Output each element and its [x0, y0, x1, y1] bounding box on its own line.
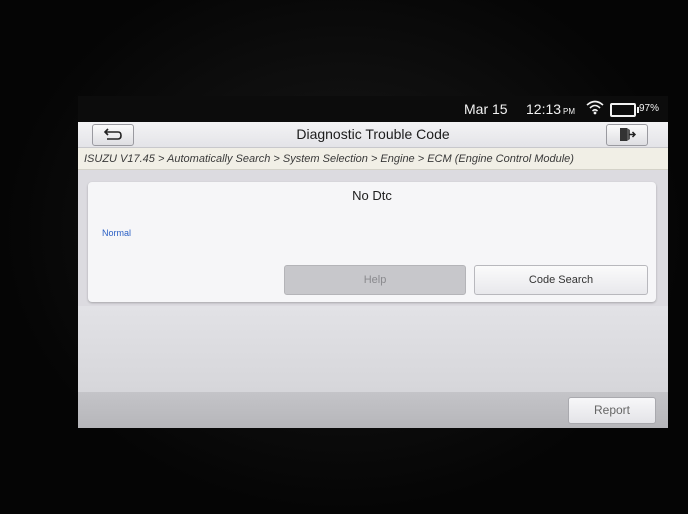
- exit-button[interactable]: [606, 124, 648, 146]
- dtc-result-heading: No Dtc: [352, 188, 392, 203]
- wifi-icon: [586, 99, 604, 118]
- module-status: Normal: [102, 228, 132, 238]
- status-time: 12:13 PM: [526, 101, 575, 117]
- bottom-bar: Report: [78, 392, 668, 428]
- battery-percent: 97%: [639, 103, 660, 114]
- battery-icon: [610, 103, 639, 117]
- exit-icon: [620, 128, 637, 141]
- status-time-value: 12:13: [526, 101, 562, 117]
- status-ampm: PM: [563, 107, 576, 116]
- code-search-button[interactable]: Code Search: [474, 265, 648, 295]
- help-button[interactable]: Help: [284, 265, 466, 295]
- dtc-panel: No Dtc Normal Help Code Search: [88, 182, 656, 302]
- title-bar: Diagnostic Trouble Code: [78, 122, 668, 148]
- page-title: Diagnostic Trouble Code: [296, 126, 450, 142]
- content-area: [78, 306, 668, 392]
- status-bar: Mar 15 12:13 PM 97%: [78, 96, 668, 122]
- report-button[interactable]: Report: [568, 397, 656, 424]
- status-date: Mar 15: [464, 101, 508, 117]
- device-screen: Mar 15 12:13 PM 97% Diagnostic Trouble Co…: [78, 96, 668, 428]
- breadcrumb: ISUZU V17.45 > Automatically Search > Sy…: [78, 148, 668, 170]
